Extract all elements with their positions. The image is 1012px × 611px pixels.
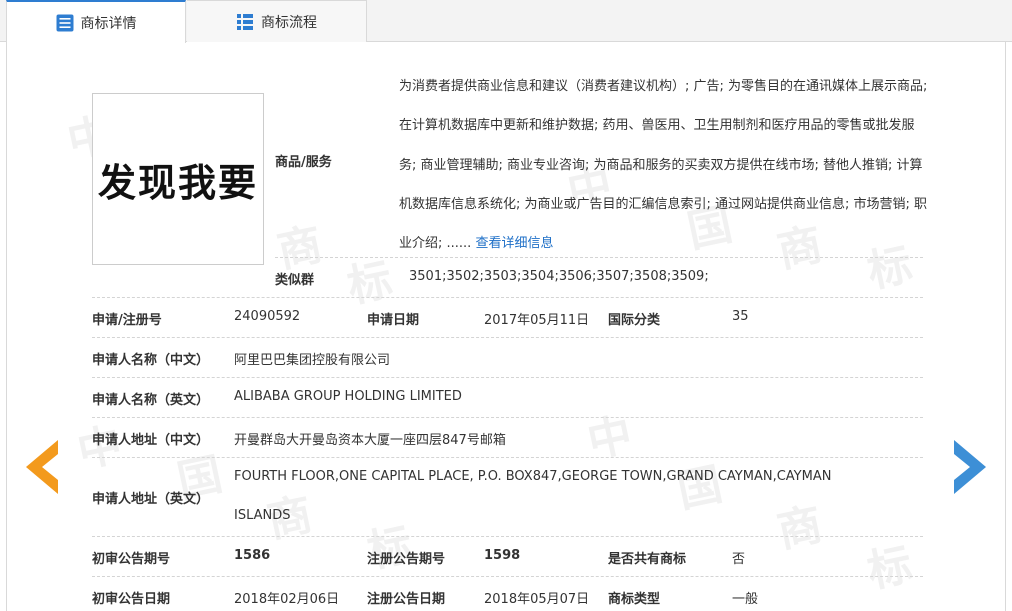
view-details-link[interactable]: 查看详细信息 <box>475 236 553 251</box>
trademark-type-value: 一般 <box>732 592 759 607</box>
tab-trademark-process[interactable]: 商标流程 <box>187 0 367 42</box>
tab-label: 商标流程 <box>261 14 317 31</box>
goods-services-text: 为消费者提供商业信息和建议（消费者建议机构）; 广告; 为零售目的在通讯媒体上展… <box>399 79 928 252</box>
shared-trademark-label: 是否共有商标 <box>608 552 687 567</box>
shared-trademark-value: 否 <box>732 552 746 567</box>
application-date-value: 2017年05月11日 <box>484 313 590 328</box>
applicant-name-cn-label: 申请人名称（中文） <box>92 353 210 368</box>
watermark-text: 国 <box>673 458 727 518</box>
preliminary-announcement-date-value: 2018年02月06日 <box>234 592 340 607</box>
trademark-detail-panel: 中 国 商 标 中 国 商 标 中 国 商 标 中 国 商 标 发现我要 商品/… <box>6 42 1006 611</box>
applicant-address-en-line2: ISLANDS <box>234 508 291 523</box>
divider <box>92 576 923 577</box>
tab-bar: 商标详情 商标流程 <box>0 0 1012 43</box>
goods-services-value: 为消费者提供商业信息和建议（消费者建议机构）; 广告; 为零售目的在通讯媒体上展… <box>399 67 929 263</box>
watermark-text: 标 <box>863 538 917 598</box>
applicant-address-en-label: 申请人地址（英文） <box>92 492 210 507</box>
trademark-type-label: 商标类型 <box>608 592 661 607</box>
similar-group-value: 3501;3502;3503;3504;3506;3507;3508;3509; <box>409 269 709 284</box>
registration-announcement-date-value: 2018年05月07日 <box>484 592 590 607</box>
registration-number-value: 24090592 <box>234 309 301 324</box>
preliminary-announcement-no-value: 1586 <box>234 548 271 563</box>
applicant-address-cn-value: 开曼群岛大开曼岛资本大厦一座四层847号邮箱 <box>234 433 506 448</box>
watermark-text: 标 <box>343 253 397 313</box>
applicant-name-cn-value: 阿里巴巴集团控股有限公司 <box>234 353 391 368</box>
preliminary-announcement-date-label: 初审公告日期 <box>92 592 171 607</box>
applicant-address-cn-label: 申请人地址（中文） <box>92 433 210 448</box>
applicant-name-en-value: ALIBABA GROUP HOLDING LIMITED <box>234 389 462 404</box>
divider <box>92 457 923 458</box>
international-class-value: 35 <box>732 309 749 324</box>
application-date-label: 申请日期 <box>367 313 420 328</box>
registration-announcement-no-value: 1598 <box>484 548 521 563</box>
divider <box>275 257 923 258</box>
list-icon <box>56 14 73 31</box>
tab-label: 商标详情 <box>80 15 137 32</box>
registration-announcement-no-label: 注册公告期号 <box>367 552 446 567</box>
watermark-text: 标 <box>363 518 417 578</box>
next-arrow-icon[interactable] <box>952 440 988 494</box>
divider <box>92 536 923 537</box>
applicant-address-en-line1: FOURTH FLOOR,ONE CAPITAL PLACE, P.O. BOX… <box>234 469 832 484</box>
similar-group-label: 类似群 <box>275 273 315 288</box>
applicant-name-en-label: 申请人名称（英文） <box>92 393 210 408</box>
trademark-image-text: 发现我要 <box>97 160 258 205</box>
divider <box>92 417 923 418</box>
process-grid-icon <box>237 13 253 30</box>
registration-number-label: 申请/注册号 <box>92 313 162 328</box>
trademark-image: 发现我要 <box>92 93 264 265</box>
divider <box>92 297 923 298</box>
divider <box>92 337 923 338</box>
registration-announcement-date-label: 注册公告日期 <box>367 592 446 607</box>
watermark-text: 商 <box>773 498 827 558</box>
divider <box>92 377 923 378</box>
tab-trademark-details[interactable]: 商标详情 <box>6 0 186 43</box>
previous-arrow-icon[interactable] <box>24 440 60 494</box>
watermark-text: 中 <box>583 408 637 468</box>
international-class-label: 国际分类 <box>608 313 661 328</box>
goods-services-label: 商品/服务 <box>275 155 332 170</box>
preliminary-announcement-no-label: 初审公告期号 <box>92 552 171 567</box>
